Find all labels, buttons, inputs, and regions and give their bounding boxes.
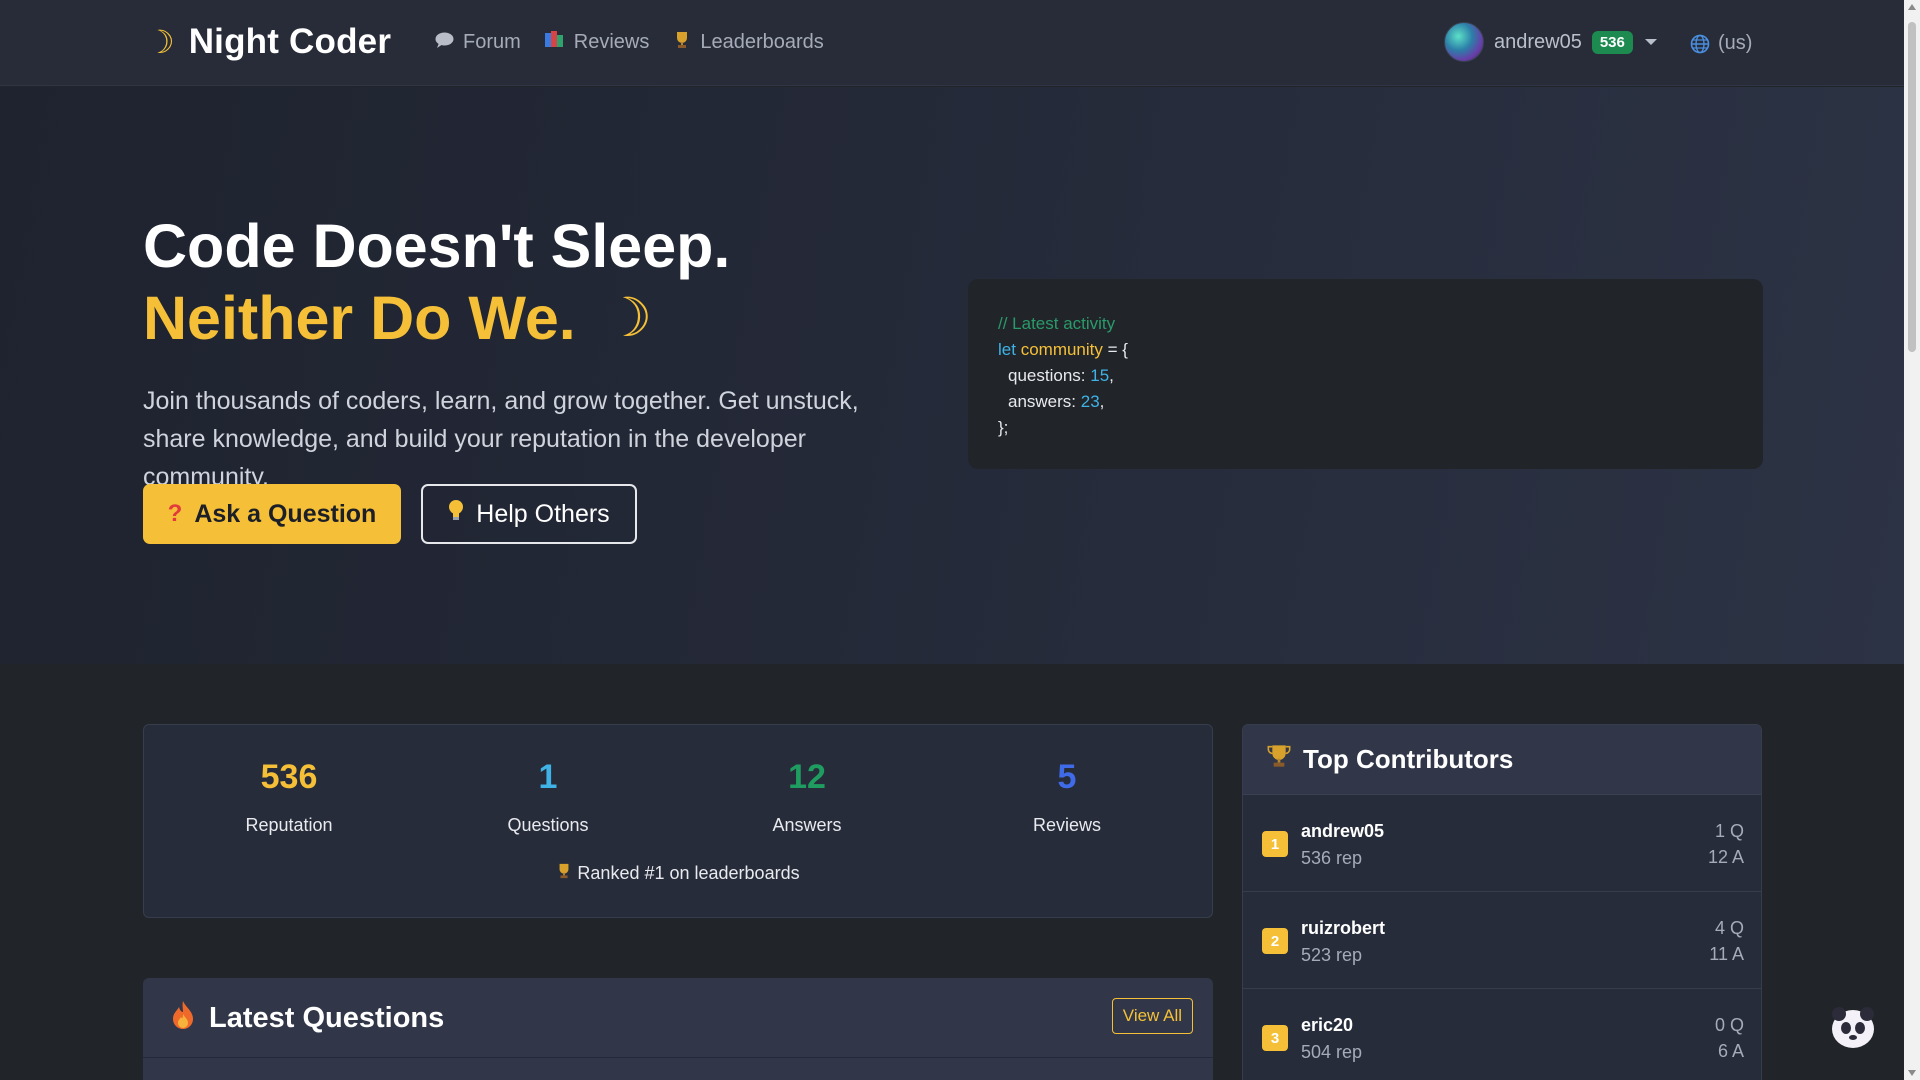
ask-question-label: Ask a Question	[194, 499, 377, 528]
top-navbar: ☽ Night Coder Forum Reviews Leaderboards…	[0, 0, 1904, 86]
chevron-down-icon[interactable]	[1644, 39, 1657, 45]
page: ☽ Night Coder Forum Reviews Leaderboards…	[0, 0, 1920, 1080]
code-questions-value: 15	[1090, 366, 1110, 385]
rank-badge: 2	[1262, 928, 1288, 954]
latest-activity-code-card: // Latest activity let community = { que…	[968, 279, 1763, 469]
stat-value: 5	[1057, 758, 1077, 796]
user-stats-card: 536 Reputation 1 Questions 12 Answers 5 …	[143, 724, 1213, 918]
hero-title-line2: Neither Do We. ☽	[143, 282, 730, 354]
speech-bubble-icon	[435, 32, 454, 53]
code-keyword: let	[998, 340, 1016, 359]
contributor-row[interactable]: 1 andrew05 536 rep 1 Q 12 A	[1243, 795, 1761, 892]
latest-questions-title: Latest Questions	[209, 1002, 445, 1034]
rank-badge: 3	[1262, 1025, 1288, 1051]
divider	[143, 1057, 1213, 1058]
contributor-rep: 536 rep	[1301, 848, 1363, 868]
rank-badge: 1	[1262, 831, 1288, 857]
nav-link-forum[interactable]: Forum	[435, 31, 521, 54]
stat-label: Reviews	[1032, 815, 1102, 835]
code-close: };	[998, 418, 1009, 437]
code-variable: community	[1020, 340, 1103, 359]
hero-section: Code Doesn't Sleep. Neither Do We. ☽ Joi…	[0, 87, 1904, 664]
stat-reviews: 5 Reviews	[967, 757, 1167, 836]
view-all-button[interactable]: View All	[1111, 998, 1193, 1034]
ask-question-button[interactable]: ? Ask a Question	[143, 484, 401, 544]
avatar[interactable]	[1444, 22, 1484, 62]
hero-title-line2-text: Neither Do We.	[143, 284, 576, 352]
nav-link-reviews[interactable]: Reviews	[544, 31, 650, 54]
books-icon	[544, 31, 565, 54]
nav-link-label: Reviews	[573, 31, 650, 53]
brand-name: Night Coder	[188, 22, 392, 61]
username: andrew05	[1494, 30, 1582, 53]
code-answers-key: answers:	[1008, 392, 1081, 411]
ranked-status: Ranked #1 on leaderboards	[144, 863, 1212, 884]
nav-link-label: Forum	[463, 31, 521, 53]
stat-label: Questions	[507, 815, 589, 835]
scroll-down-arrow-icon[interactable]	[1908, 1070, 1916, 1076]
ranked-text: Ranked #1 on leaderboards	[577, 863, 800, 883]
code-questions-key: questions:	[1008, 366, 1091, 385]
nav-link-label: Leaderboards	[700, 31, 824, 53]
top-contributors-title: Top Contributors	[1303, 744, 1514, 774]
trophy-icon	[556, 863, 577, 883]
contributor-answers: 6 A	[1717, 1041, 1744, 1061]
scrollbar[interactable]	[1904, 0, 1920, 1080]
user-menu[interactable]: andrew05 536	[1444, 22, 1657, 62]
stat-label: Reputation	[245, 815, 333, 835]
reputation-badge: 536	[1591, 30, 1633, 54]
contributor-questions: 0 Q	[1714, 1015, 1744, 1035]
lightbulb-icon	[448, 499, 464, 529]
scrollbar-thumb[interactable]	[1908, 22, 1916, 352]
stat-label: Answers	[772, 815, 842, 835]
stat-answers: 12 Answers	[707, 757, 907, 836]
language-label: (us)	[1718, 32, 1753, 54]
latest-questions-card: Latest Questions View All	[143, 978, 1213, 1080]
help-others-button[interactable]: Help Others	[421, 484, 637, 544]
stat-reputation: 536 Reputation	[189, 757, 389, 836]
top-contributors-card: Top Contributors 1 andrew05 536 rep 1 Q …	[1242, 724, 1762, 1080]
nav-link-leaderboards[interactable]: Leaderboards	[673, 31, 824, 54]
stat-value: 1	[538, 758, 558, 796]
help-others-label: Help Others	[476, 499, 610, 528]
top-contributors-header: Top Contributors	[1243, 725, 1761, 795]
code-assign: = {	[1102, 340, 1128, 359]
hero-title-line1: Code Doesn't Sleep.	[143, 212, 731, 280]
contributor-questions: 1 Q	[1714, 821, 1744, 841]
latest-questions-header: Latest Questions	[171, 1000, 444, 1037]
contributor-name[interactable]: ruizrobert	[1301, 918, 1385, 939]
stat-questions: 1 Questions	[448, 757, 648, 836]
contributor-row[interactable]: 2 ruizrobert 523 rep 4 Q 11 A	[1243, 892, 1761, 989]
stat-value: 536	[260, 758, 318, 796]
language-selector[interactable]: (us)	[1690, 32, 1752, 55]
crescent-moon-icon: ☽	[146, 24, 175, 60]
trophy-icon	[1267, 744, 1291, 775]
code-line-answers: answers: 23,	[1008, 392, 1105, 411]
contributor-answers: 12 A	[1707, 847, 1744, 867]
code-line-declaration: let community = {	[998, 337, 1763, 363]
contributor-name[interactable]: andrew05	[1301, 821, 1384, 842]
contributor-questions: 4 Q	[1714, 918, 1744, 938]
hero-title: Code Doesn't Sleep. Neither Do We. ☽	[143, 210, 730, 354]
code-line-questions: questions: 15,	[1008, 366, 1114, 385]
hero-description: Join thousands of coders, learn, and gro…	[143, 387, 859, 491]
scroll-up-arrow-icon[interactable]	[1908, 4, 1916, 10]
code-comment: // Latest activity	[998, 314, 1116, 333]
crescent-moon-icon: ☽	[603, 288, 653, 348]
brand-logo[interactable]: ☽ Night Coder	[146, 22, 391, 62]
code-answers-value: 23	[1080, 392, 1100, 411]
fire-icon	[171, 1000, 195, 1037]
contributor-rep: 523 rep	[1301, 945, 1363, 965]
contributor-answers: 11 A	[1709, 944, 1744, 964]
contributor-rep: 504 rep	[1301, 1042, 1363, 1062]
contributor-row[interactable]: 3 eric20 504 rep 0 Q 6 A	[1243, 989, 1761, 1080]
contributor-name[interactable]: eric20	[1301, 1015, 1353, 1036]
globe-icon	[1690, 34, 1710, 53]
stat-value: 12	[788, 758, 826, 796]
panda-mascot-icon[interactable]	[1832, 1007, 1874, 1048]
question-mark-icon: ?	[167, 500, 183, 527]
nav-links: Forum Reviews Leaderboards	[435, 31, 824, 54]
trophy-icon	[673, 31, 691, 54]
